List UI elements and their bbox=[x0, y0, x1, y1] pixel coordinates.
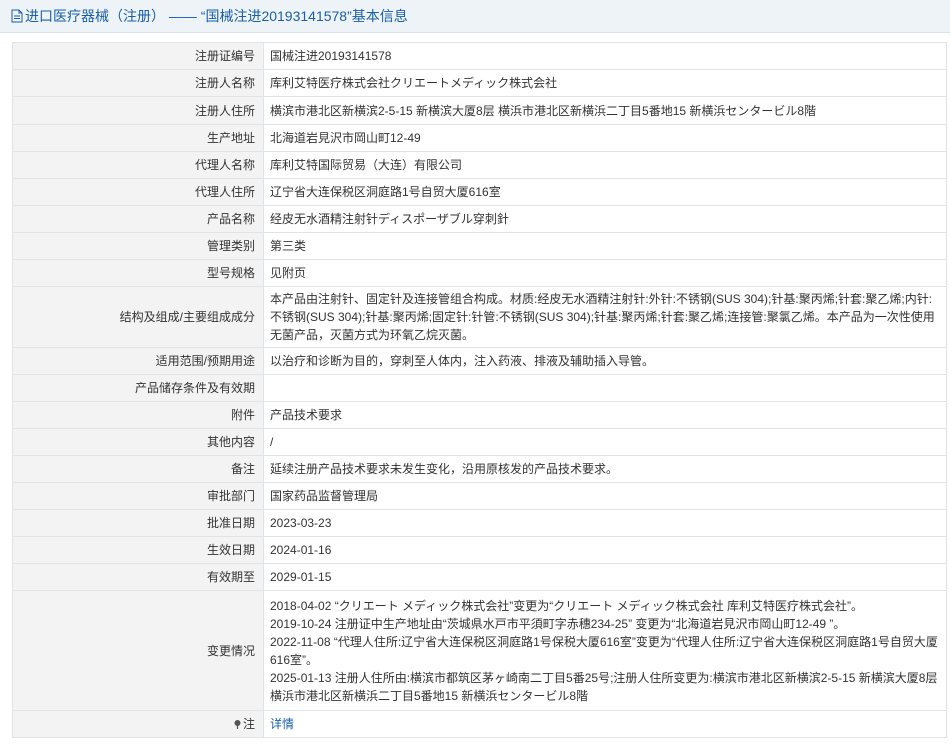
table-row: 产品名称 经皮无水酒精注射针ディスポーザブル穿刺針 bbox=[12, 205, 947, 233]
header-separator: —— bbox=[165, 8, 201, 24]
field-label: 注册证编号 bbox=[12, 42, 264, 70]
field-label: 其他内容 bbox=[12, 428, 264, 456]
changes-label: 变更情况 bbox=[12, 590, 264, 711]
field-value: 第三类 bbox=[263, 232, 947, 260]
changes-list: 2018-04-02 “クリエート メディック株式会社”变更为“クリエート メデ… bbox=[263, 590, 950, 711]
field-value: 2029-01-15 bbox=[263, 563, 947, 591]
field-label: 结构及组成/主要组成成分 bbox=[12, 286, 264, 348]
table-row: 管理类别 第三类 bbox=[12, 232, 947, 260]
field-label: 代理人住所 bbox=[12, 178, 264, 206]
field-value: 国械注进20193141578 bbox=[263, 42, 947, 70]
table-row: 附件 产品技术要求 bbox=[12, 401, 947, 429]
table-row: 批准日期 2023-03-23 bbox=[12, 509, 947, 537]
field-label: 附件 bbox=[12, 401, 264, 429]
field-value: 延续注册产品技术要求未发生变化，沿用原核发的产品技术要求。 bbox=[263, 455, 947, 483]
field-value: 辽宁省大连保税区洞庭路1号自贸大厦616室 bbox=[263, 178, 947, 206]
table-row: 有效期至 2029-01-15 bbox=[12, 563, 947, 591]
table-row: 生产地址 北海道岩見沢市岡山町12-49 bbox=[12, 124, 947, 152]
table-row: 备注 延续注册产品技术要求未发生变化，沿用原核发的产品技术要求。 bbox=[12, 455, 947, 483]
field-label: 备注 bbox=[12, 455, 264, 483]
field-label: 产品储存条件及有效期 bbox=[12, 374, 264, 402]
page-header: 进口医疗器械（注册） —— “国械注进20193141578”基本信息 bbox=[0, 0, 950, 33]
change-entry: 2018-04-02 “クリエート メディック株式会社”变更为“クリエート メデ… bbox=[270, 598, 864, 613]
field-value: / bbox=[263, 428, 947, 456]
field-label: 注册人住所 bbox=[12, 96, 264, 125]
table-row: 注册证编号 国械注进20193141578 bbox=[12, 42, 947, 70]
change-entry: 2019-10-24 注册证中生产地址由“茨城県水戸市平須町字赤穗234-25”… bbox=[270, 616, 846, 631]
note-label: 注 bbox=[242, 717, 255, 731]
header-title: “国械注进20193141578”基本信息 bbox=[200, 8, 408, 24]
field-label: 有效期至 bbox=[12, 563, 264, 591]
table-row-changes: 变更情况 2018-04-02 “クリエート メディック株式会社”变更为“クリエー… bbox=[12, 590, 950, 711]
table-row: 注册人名称 库利艾特医疗株式会社クリエートメディック株式会社 bbox=[12, 69, 947, 97]
field-label: 代理人名称 bbox=[12, 151, 264, 179]
field-label: 管理类别 bbox=[12, 232, 264, 260]
note-value: 详情 bbox=[263, 710, 947, 738]
field-value: 2024-01-16 bbox=[263, 536, 947, 564]
change-entry: 2022-11-08 “代理人住所:辽宁省大连保税区洞庭路1号保税大厦616室”… bbox=[270, 634, 938, 667]
field-value: 见附页 bbox=[263, 259, 947, 287]
field-label: 型号规格 bbox=[12, 259, 264, 287]
table-row: 注册人住所 横滨市港北区新横滨2-5-15 新横滨大厦8层 横浜市港北区新横浜二丁… bbox=[12, 96, 947, 125]
table-row: 产品储存条件及有效期 bbox=[12, 374, 947, 402]
document-icon bbox=[11, 9, 23, 23]
registration-info-table: 注册证编号 国械注进20193141578 注册人名称 库利艾特医疗株式会社クリエート… bbox=[12, 42, 950, 738]
field-value: 库利艾特医疗株式会社クリエートメディック株式会社 bbox=[263, 69, 947, 97]
field-label: 审批部门 bbox=[12, 482, 264, 510]
field-label: 生效日期 bbox=[12, 536, 264, 564]
table-row: 适用范围/预期用途 以治疗和诊断为目的，穿刺至人体内，注入药液、排液及辅助插入导管… bbox=[12, 347, 947, 375]
field-label: 注册人名称 bbox=[12, 69, 264, 97]
field-value: 国家药品监督管理局 bbox=[263, 482, 947, 510]
field-value: 2023-03-23 bbox=[263, 509, 947, 537]
field-label: 产品名称 bbox=[12, 205, 264, 233]
field-value: 经皮无水酒精注射针ディスポーザブル穿刺針 bbox=[263, 205, 947, 233]
field-value: 以治疗和诊断为目的，穿刺至人体内，注入药液、排液及辅助插入导管。 bbox=[263, 347, 947, 375]
field-label: 适用范围/预期用途 bbox=[12, 347, 264, 375]
details-link[interactable]: 详情 bbox=[270, 717, 294, 731]
table-row: 代理人住所 辽宁省大连保税区洞庭路1号自贸大厦616室 bbox=[12, 178, 947, 206]
table-row: 型号规格 见附页 bbox=[12, 259, 947, 287]
note-label-cell: 注 bbox=[12, 710, 264, 738]
header-category: 进口医疗器械（注册） bbox=[25, 8, 165, 24]
table-row: 结构及组成/主要组成成分 本产品由注射针、固定针及连接管组合构成。材质:经皮无水酒… bbox=[12, 286, 947, 348]
table-row-note: 注 详情 bbox=[12, 710, 947, 738]
field-value: 横滨市港北区新横滨2-5-15 新横滨大厦8层 横浜市港北区新横浜二丁目5番地1… bbox=[263, 96, 947, 125]
field-label: 批准日期 bbox=[12, 509, 264, 537]
table-row: 其他内容 / bbox=[12, 428, 947, 456]
change-entry: 2025-01-13 注册人住所由:横滨市都筑区茅ヶ崎南二丁目5番25号;注册人… bbox=[270, 670, 950, 703]
field-value: 产品技术要求 bbox=[263, 401, 947, 429]
field-value: 北海道岩見沢市岡山町12-49 bbox=[263, 124, 947, 152]
table-row: 生效日期 2024-01-16 bbox=[12, 536, 947, 564]
field-label: 生产地址 bbox=[12, 124, 264, 152]
field-value: 本产品由注射针、固定针及连接管组合构成。材质:经皮无水酒精注射针:外针:不锈钢(… bbox=[263, 286, 947, 348]
pin-icon bbox=[234, 720, 241, 729]
field-value bbox=[263, 374, 947, 402]
table-row: 代理人名称 库利艾特国际贸易（大连）有限公司 bbox=[12, 151, 947, 179]
table-row: 审批部门 国家药品监督管理局 bbox=[12, 482, 947, 510]
field-value: 库利艾特国际贸易（大连）有限公司 bbox=[263, 151, 947, 179]
